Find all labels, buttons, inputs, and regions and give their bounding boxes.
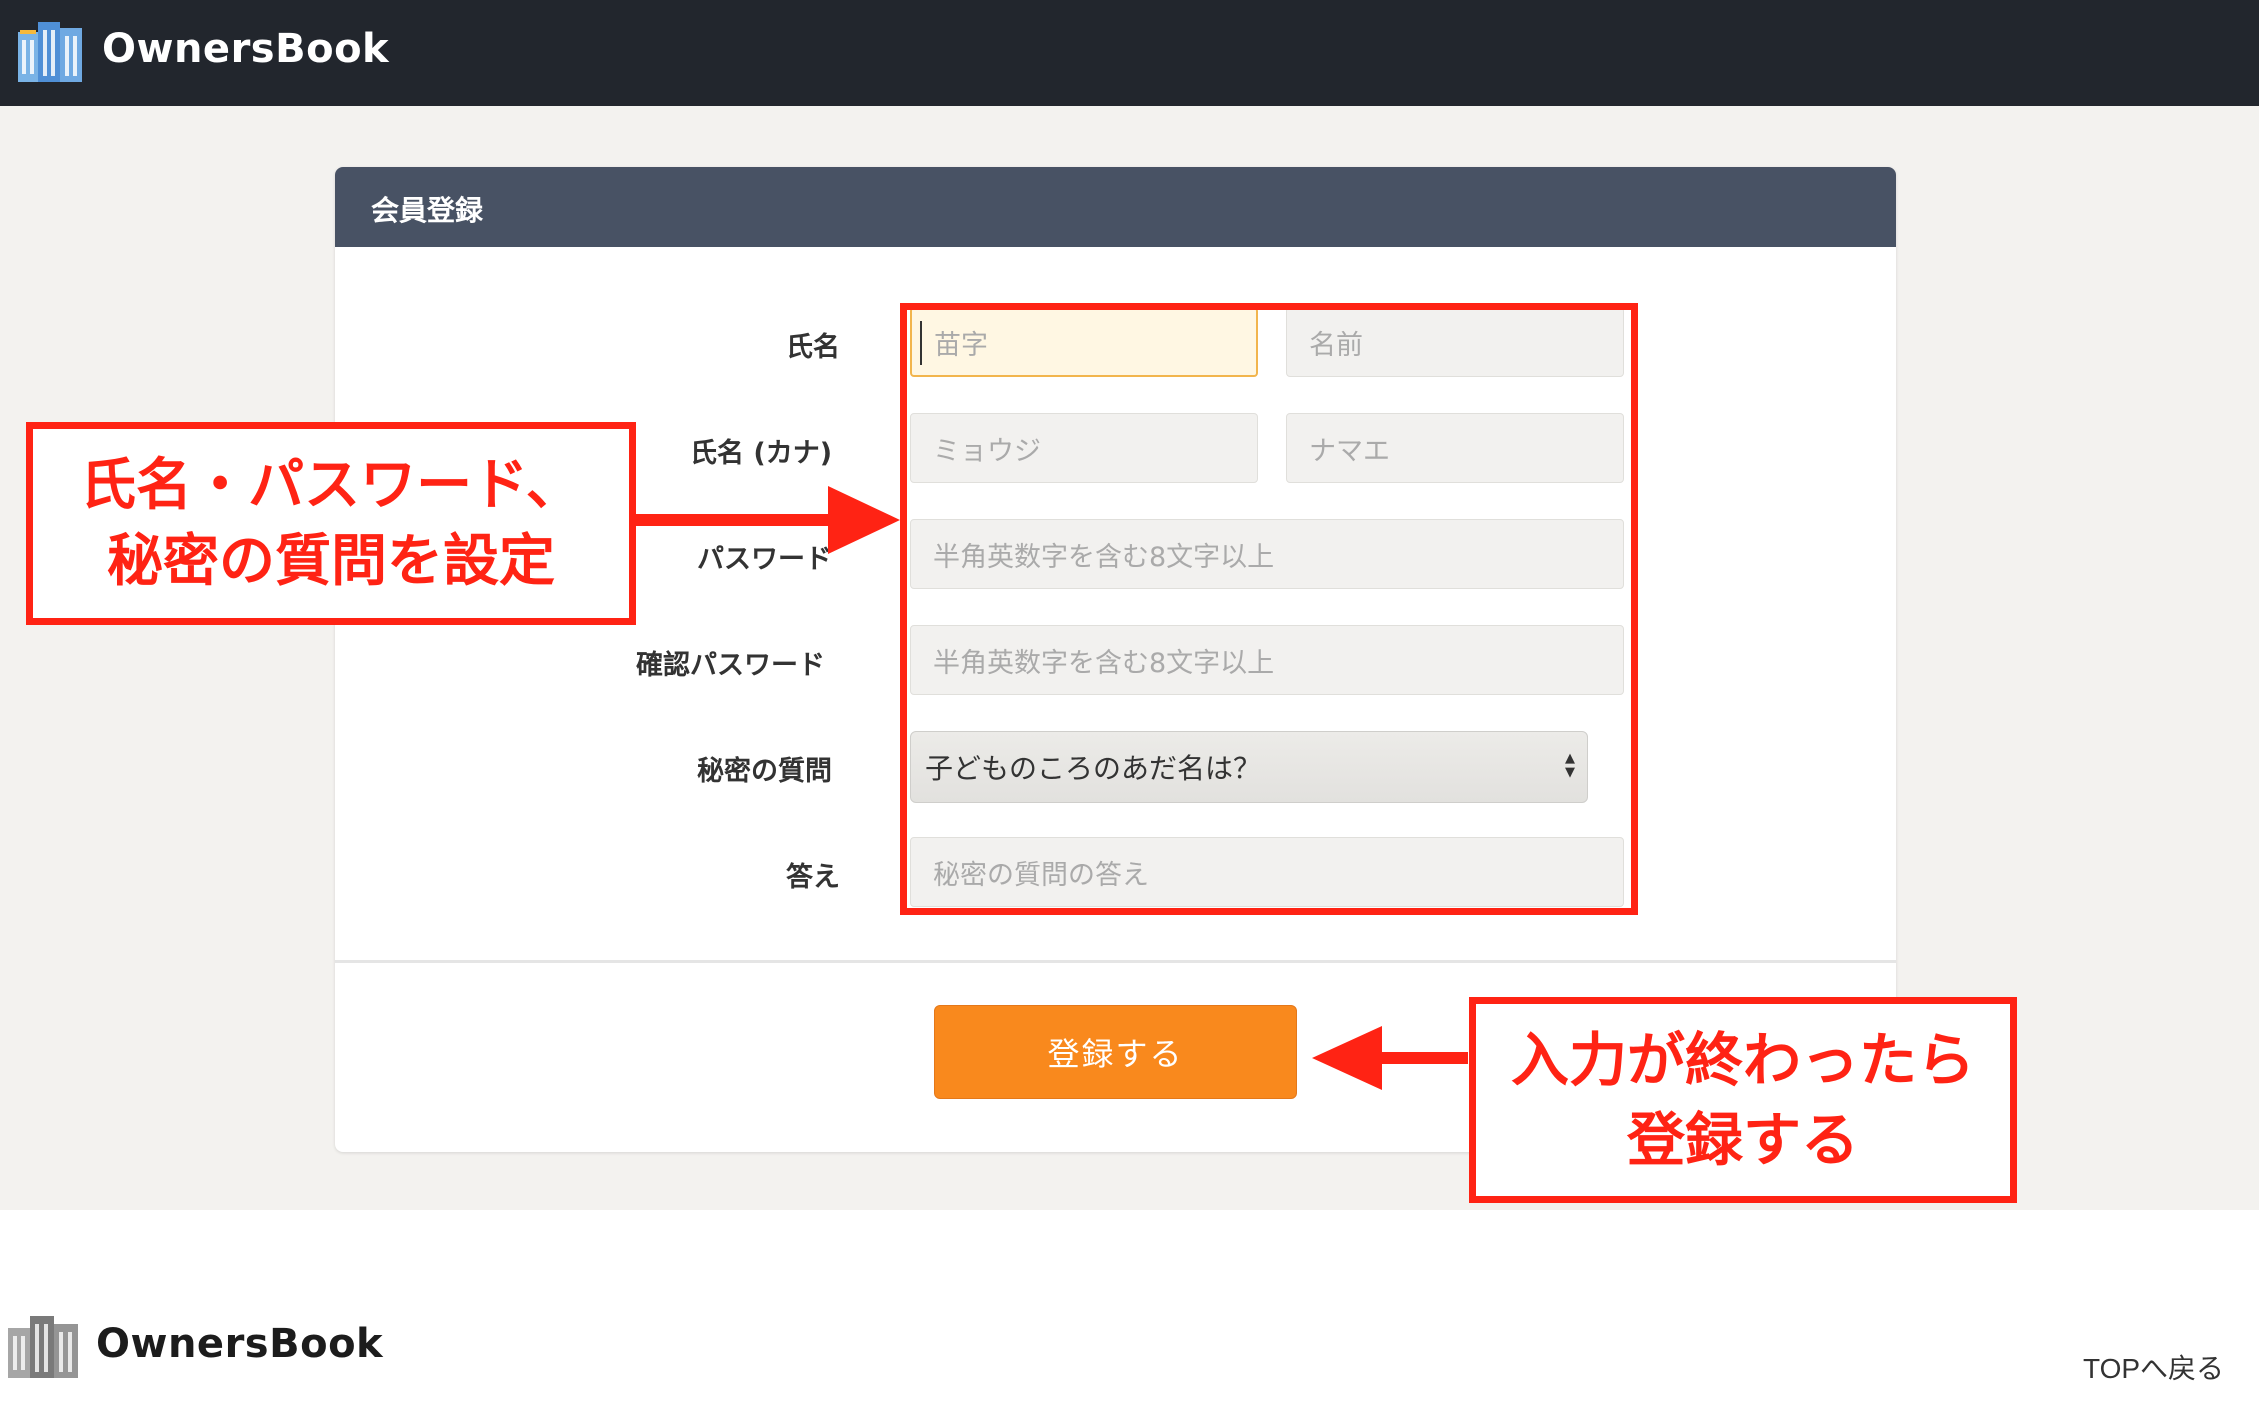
panel-header: 会員登録 — [335, 167, 1896, 247]
callout2-line1: 入力が終わったら — [1510, 1026, 1975, 1094]
arrow-right-icon — [632, 486, 900, 554]
header-brand-text: OwnersBook — [102, 26, 390, 72]
header-logo[interactable]: OwnersBook — [16, 14, 389, 84]
kana-label: 氏名 (カナ) — [690, 438, 833, 469]
building-logo-icon — [18, 22, 82, 82]
panel-divider — [335, 960, 1896, 963]
confirm-password-label: 確認パスワード — [636, 650, 825, 681]
arrow-left-icon — [1312, 1026, 1468, 1090]
panel-title: 会員登録 — [371, 194, 484, 227]
highlight-frame — [900, 303, 1638, 915]
secret-question-label: 秘密の質問 — [697, 756, 832, 787]
building-logo-gray-icon — [8, 1316, 78, 1378]
annotation-callout-settings: 氏名・パスワード、 秘密の質問を設定 — [26, 422, 636, 625]
annotation-callout-register: 入力が終わったら 登録する — [1469, 997, 2017, 1203]
answer-label: 答え — [786, 862, 840, 893]
callout1-line1: 氏名・パスワード、 — [80, 452, 582, 518]
footer-logo[interactable]: OwnersBook — [6, 1308, 383, 1380]
callout1-line2: 秘密の質問を設定 — [107, 528, 555, 594]
callout2-line2: 登録する — [1626, 1106, 1859, 1174]
back-to-top-link[interactable]: TOPへ戻る — [2083, 1347, 2224, 1387]
footer-brand-text: OwnersBook — [96, 1321, 384, 1367]
name-label: 氏名 — [786, 332, 840, 363]
register-button[interactable]: 登録する — [934, 1005, 1297, 1099]
